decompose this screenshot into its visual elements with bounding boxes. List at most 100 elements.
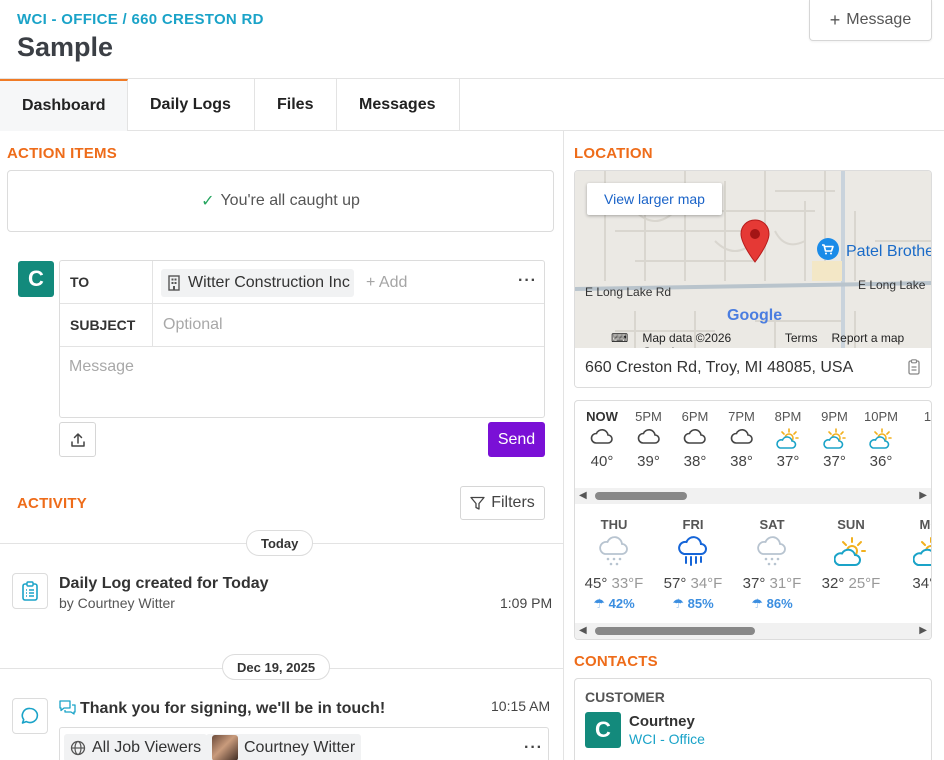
cloud-icon bbox=[722, 427, 762, 451]
add-recipient-link[interactable]: + Add bbox=[366, 274, 407, 292]
hourly-item: 1 bbox=[908, 409, 932, 453]
contact-name[interactable]: Courtney bbox=[629, 713, 695, 730]
scroll-thumb[interactable] bbox=[595, 492, 687, 500]
daily-item: FRI 57° 34°F ☂ 85% bbox=[656, 517, 730, 612]
precip-value: 42% bbox=[608, 596, 635, 611]
filter-icon bbox=[470, 496, 485, 510]
snow-icon bbox=[735, 536, 809, 570]
new-message-button[interactable]: + Message bbox=[809, 0, 932, 41]
location-title: LOCATION bbox=[574, 145, 653, 162]
hour-label: 6PM bbox=[681, 409, 709, 424]
google-logo: Google bbox=[727, 307, 783, 324]
cloud-icon bbox=[675, 427, 715, 451]
hourly-scrollbar[interactable]: ◀ ▶ bbox=[575, 488, 931, 504]
day-label: FRI bbox=[682, 517, 704, 532]
map-pin-icon bbox=[740, 219, 770, 263]
hourly-item: 5PM 39° bbox=[629, 409, 669, 470]
tab-daily-logs[interactable]: Daily Logs bbox=[128, 79, 255, 131]
map-data-text: Map data ©2026 Google bbox=[642, 331, 732, 348]
raindrop-icon: ☂ bbox=[672, 596, 688, 611]
map-report-link[interactable]: Report a map error bbox=[832, 331, 932, 348]
column-divider bbox=[563, 131, 564, 760]
daily-item: THU 45° 33°F ☂ 42% bbox=[577, 517, 651, 612]
send-button[interactable]: Send bbox=[488, 422, 545, 457]
tab-dashboard[interactable]: Dashboard bbox=[0, 79, 128, 131]
hour-temp: 38° bbox=[730, 453, 753, 470]
globe-icon bbox=[70, 740, 86, 756]
hour-temp: 37° bbox=[776, 453, 800, 470]
new-message-label: Message bbox=[846, 11, 912, 28]
precip-value: 85% bbox=[687, 596, 714, 611]
daily-item: SAT 37° 31°F ☂ 86% bbox=[735, 517, 809, 612]
breadcrumb[interactable]: WCI - OFFICE / 660 CRESTON RD bbox=[17, 11, 264, 28]
hourly-item: NOW 40° bbox=[582, 409, 622, 470]
visibility-chip[interactable]: All Job Viewers bbox=[64, 734, 208, 760]
daily-scrollbar[interactable]: ◀ ▶ bbox=[575, 623, 931, 639]
map-road-label: E Long Lake Rd bbox=[585, 285, 672, 299]
hourly-item: 7PM 38° bbox=[722, 409, 762, 470]
more-options-icon[interactable]: ··· bbox=[518, 272, 537, 290]
hour-label: 10PM bbox=[864, 409, 898, 424]
author-avatar bbox=[212, 735, 238, 760]
snow-icon bbox=[577, 536, 651, 570]
more-options-icon[interactable]: ··· bbox=[524, 739, 543, 757]
partly-sunny-icon bbox=[815, 427, 855, 451]
activity-title: ACTIVITY bbox=[17, 495, 87, 512]
activity-subtitle: by Courtney Witter bbox=[59, 595, 175, 611]
upload-button[interactable] bbox=[59, 422, 96, 457]
day-high: 37° bbox=[742, 575, 766, 592]
scroll-thumb[interactable] bbox=[595, 627, 755, 635]
day-temp: 37° 31°F bbox=[735, 575, 809, 592]
day-temp: 32° 25°F bbox=[814, 575, 888, 592]
filters-button[interactable]: Filters bbox=[460, 486, 545, 520]
activity-time: 10:15 AM bbox=[491, 698, 551, 714]
caught-up-text: You're all caught up bbox=[220, 192, 360, 209]
building-icon bbox=[168, 275, 180, 291]
subject-row: SUBJECT bbox=[60, 304, 544, 347]
map-footer: ⌨ Map data ©2026 Google Terms Report a m… bbox=[611, 331, 931, 348]
message-input[interactable] bbox=[69, 358, 535, 410]
map-terms-link[interactable]: Terms bbox=[785, 331, 818, 348]
subject-label: SUBJECT bbox=[60, 304, 153, 346]
message-visibility-row: All Job Viewers Courtney Witter ··· bbox=[59, 727, 549, 760]
subject-input[interactable] bbox=[163, 316, 533, 334]
day-low: 34°F bbox=[690, 575, 723, 592]
keyboard-icon[interactable]: ⌨ bbox=[611, 331, 628, 348]
date-pill-dec-19: Dec 19, 2025 bbox=[222, 654, 331, 680]
weather-card: NOW 40° 5PM 39° 6PM 38° 7PM 38° 8PM 37° 9PM 37° 10PM… bbox=[574, 400, 932, 640]
activity-title-daily-log[interactable]: Daily Log created for Today bbox=[59, 575, 269, 593]
author-chip[interactable]: Courtney Witter bbox=[206, 734, 362, 760]
chat-icon bbox=[59, 700, 76, 720]
day-low: 31°F bbox=[769, 575, 802, 592]
daily-log-icon bbox=[12, 573, 48, 609]
day-temp: 34° 2 bbox=[893, 575, 931, 592]
scroll-right-icon[interactable]: ▶ bbox=[919, 625, 927, 636]
hour-label: 8PM bbox=[774, 409, 802, 424]
hour-temp: 38° bbox=[683, 453, 707, 470]
location-card: View larger map Patel Brothe E Long Lake… bbox=[574, 170, 932, 388]
recipient-chip[interactable]: Witter Construction Inc bbox=[161, 269, 354, 297]
activity-title-message[interactable]: Thank you for signing, we'll be in touch… bbox=[80, 700, 385, 718]
scroll-left-icon[interactable]: ◀ bbox=[579, 490, 587, 501]
scroll-left-icon[interactable]: ◀ bbox=[579, 625, 587, 636]
to-label: TO bbox=[60, 261, 153, 303]
message-composer: TO Witter Construction Inc + Add ··· SUB… bbox=[59, 260, 545, 418]
tab-messages[interactable]: Messages bbox=[337, 79, 460, 131]
tab-files[interactable]: Files bbox=[255, 79, 337, 131]
contact-company[interactable]: WCI - Office bbox=[629, 731, 705, 747]
view-larger-map-link[interactable]: View larger map bbox=[587, 183, 722, 215]
map[interactable]: View larger map Patel Brothe E Long Lake… bbox=[575, 171, 931, 348]
action-items-panel: ✓ You're all caught up bbox=[7, 170, 554, 232]
day-precip: ☂ 86% bbox=[735, 596, 809, 612]
hour-label: 1 bbox=[923, 409, 932, 424]
scroll-right-icon[interactable]: ▶ bbox=[919, 490, 927, 501]
weather-icon bbox=[908, 427, 932, 451]
hour-temp: 37° bbox=[823, 453, 846, 470]
hour-temp: 36° bbox=[869, 453, 893, 470]
day-label: SUN bbox=[837, 517, 865, 532]
day-precip: ☂ 42% bbox=[577, 596, 651, 612]
day-temp: 57° 34°F bbox=[656, 575, 730, 592]
copy-icon[interactable] bbox=[907, 359, 921, 375]
day-low: 33°F bbox=[611, 575, 644, 592]
raindrop-icon: ☂ bbox=[751, 596, 767, 611]
